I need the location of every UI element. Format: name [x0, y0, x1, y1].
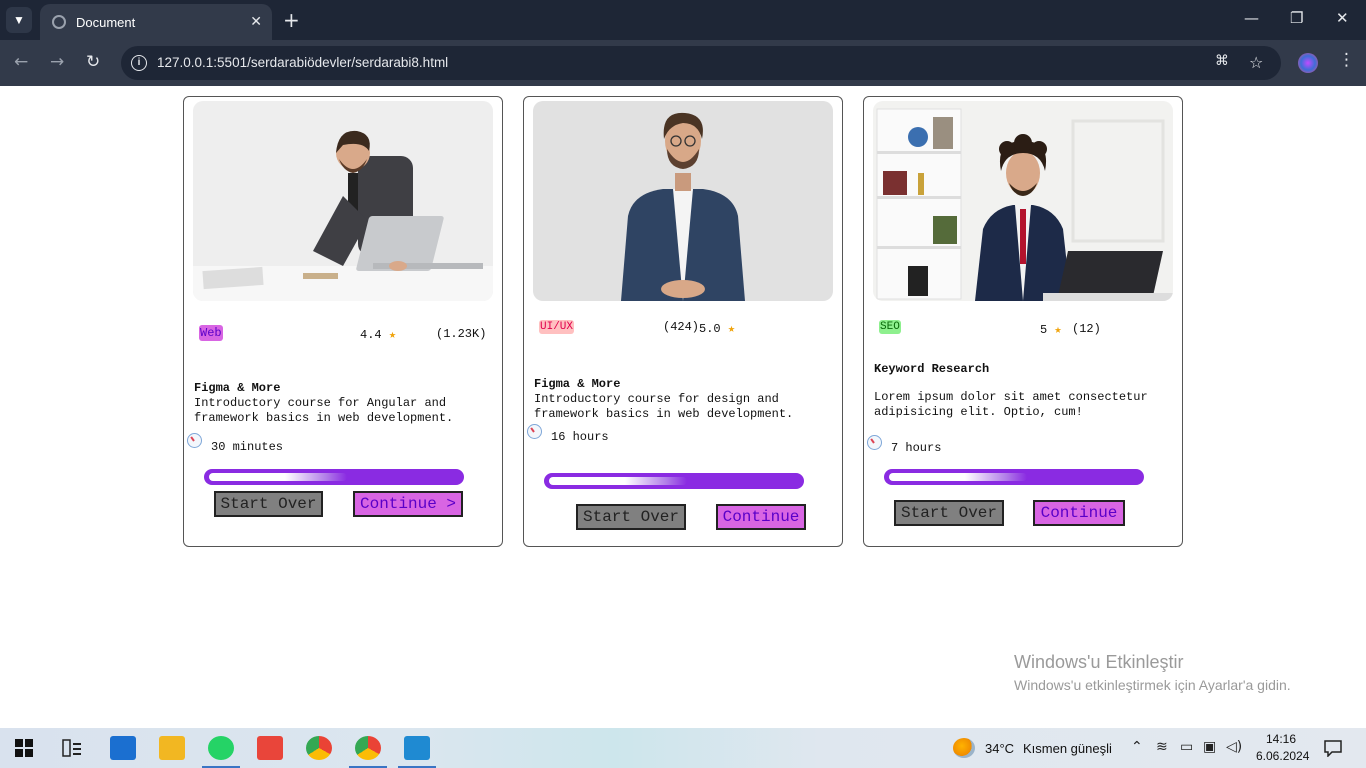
rating: 5 ★: [1040, 322, 1062, 337]
activation-watermark-title: Windows'u Etkinleştir: [1014, 652, 1184, 672]
continue-button[interactable]: Continue >: [353, 491, 463, 517]
address-bar[interactable]: i 127.0.0.1:5501/serdarabiödevler/serdar…: [121, 46, 1281, 80]
review-count: (1.23K): [436, 327, 487, 341]
weather-text[interactable]: Kısmen güneşli: [1023, 741, 1112, 756]
globe-icon: [52, 15, 66, 29]
start-over-button[interactable]: Start Over: [214, 491, 323, 517]
volume-icon[interactable]: ◁): [1226, 739, 1242, 755]
activation-watermark-subtitle: Windows'u etkinleştirmek için Ayarlar'a …: [1014, 677, 1291, 693]
security-icon[interactable]: ▣: [1203, 739, 1216, 755]
forward-button[interactable]: →: [50, 52, 64, 72]
course-photo: [873, 101, 1173, 301]
wifi-icon[interactable]: ≋: [1156, 739, 1168, 755]
clock-time[interactable]: 14:16: [1266, 732, 1296, 746]
close-tab-icon[interactable]: ✕: [250, 13, 262, 30]
back-button[interactable]: ←: [14, 52, 28, 72]
new-tab-button[interactable]: +: [283, 8, 300, 32]
clock-icon: [187, 433, 202, 448]
tab-document[interactable]: Document ✕: [40, 4, 272, 40]
more-menu-icon[interactable]: ⋮: [1338, 50, 1355, 70]
page-content: Web 4.4 ★ (1.23K) Figma & More Introduct…: [0, 86, 1366, 728]
course-description: Lorem ipsum dolor sit amet consectetur a…: [874, 390, 1148, 419]
url-text[interactable]: 127.0.0.1:5501/serdarabiödevler/serdarab…: [157, 55, 448, 70]
review-count: (12): [1072, 322, 1101, 336]
close-window-button[interactable]: ✕: [1336, 9, 1349, 27]
vscode-icon[interactable]: [404, 736, 430, 760]
course-photo: [533, 101, 833, 301]
rating-value: 4.4: [360, 328, 382, 342]
whatsapp-icon[interactable]: [208, 736, 234, 760]
progress-bar: [204, 469, 464, 485]
chevron-up-icon[interactable]: ⌃: [1131, 739, 1143, 755]
progress-bar: [884, 469, 1144, 485]
start-over-button[interactable]: Start Over: [576, 504, 686, 530]
course-card: Web 4.4 ★ (1.23K) Figma & More Introduct…: [183, 96, 503, 547]
notification-icon[interactable]: [1324, 740, 1342, 757]
star-icon: ★: [388, 328, 397, 342]
rating: 5.0 ★: [699, 321, 735, 336]
clock-icon: [527, 424, 542, 439]
continue-button[interactable]: Continue: [1033, 500, 1125, 526]
chrome-icon[interactable]: [306, 736, 332, 760]
progress-fill: [549, 477, 687, 485]
chrome-profile-icon[interactable]: [355, 736, 381, 760]
profile-avatar[interactable]: [1298, 53, 1318, 73]
course-description: Introductory course for Angular and fram…: [194, 396, 454, 425]
category-tag: SEO: [879, 320, 901, 334]
tab-search-button[interactable]: ▼: [6, 7, 32, 33]
windows-taskbar: 34°C Kısmen güneşli ⌃ ≋ ▭ ▣ ◁) 14:16 6.0…: [0, 728, 1366, 768]
clock-icon: [867, 435, 882, 450]
progress-fill: [889, 473, 1027, 481]
site-info-icon[interactable]: i: [131, 55, 147, 71]
course-duration: 7 hours: [891, 441, 942, 455]
start-over-button[interactable]: Start Over: [894, 500, 1004, 526]
progress-fill: [209, 473, 347, 481]
mail-app-icon[interactable]: [110, 736, 136, 760]
file-explorer-icon[interactable]: [159, 736, 185, 760]
category-tag: Web: [199, 325, 223, 341]
course-title: Figma & More: [194, 381, 281, 395]
reload-button[interactable]: ↻: [86, 52, 100, 72]
temperature[interactable]: 34°C: [985, 741, 1014, 756]
windows-start-icon[interactable]: [15, 739, 33, 757]
course-card: UI/UX (424) 5.0 ★ Figma & More Introduct…: [523, 96, 843, 547]
bookmark-star-icon[interactable]: ☆: [1249, 53, 1263, 72]
course-duration: 16 hours: [551, 430, 609, 444]
course-title: Figma & More: [534, 377, 621, 391]
rating-value: 5.0: [699, 322, 721, 336]
star-icon: ★: [1054, 323, 1062, 337]
category-tag: UI/UX: [539, 320, 575, 334]
course-photo: [193, 101, 493, 301]
course-duration: 30 minutes: [211, 440, 284, 454]
browser-titlebar: ▼ Document ✕ + — ❐ ✕: [0, 0, 1366, 40]
continue-button[interactable]: Continue: [716, 504, 806, 530]
weather-icon[interactable]: [953, 738, 975, 758]
course-title: Keyword Research: [874, 362, 990, 376]
chevron-down-icon: ▼: [13, 13, 25, 27]
progress-bar: [544, 473, 804, 489]
rating-value: 5: [1040, 323, 1048, 337]
rating: 4.4 ★: [360, 327, 396, 342]
browser-toolbar: ← → ↻ i 127.0.0.1:5501/serdarabiödevler/…: [0, 40, 1366, 86]
clock-date[interactable]: 6.06.2024: [1256, 749, 1309, 763]
review-count: (424): [663, 320, 700, 334]
task-view-icon[interactable]: [62, 739, 82, 757]
course-description: Introductory course for design and frame…: [534, 392, 794, 421]
minimize-button[interactable]: —: [1244, 9, 1259, 27]
translate-icon[interactable]: ⌘: [1215, 53, 1229, 69]
battery-icon[interactable]: ▭: [1180, 739, 1193, 755]
anydesk-icon[interactable]: [257, 736, 283, 760]
restore-button[interactable]: ❐: [1290, 9, 1303, 27]
tab-title: Document: [76, 14, 136, 30]
star-icon: ★: [727, 322, 736, 336]
course-card: SEO 5 ★ (12) Keyword Research Lorem ipsu…: [863, 96, 1183, 547]
